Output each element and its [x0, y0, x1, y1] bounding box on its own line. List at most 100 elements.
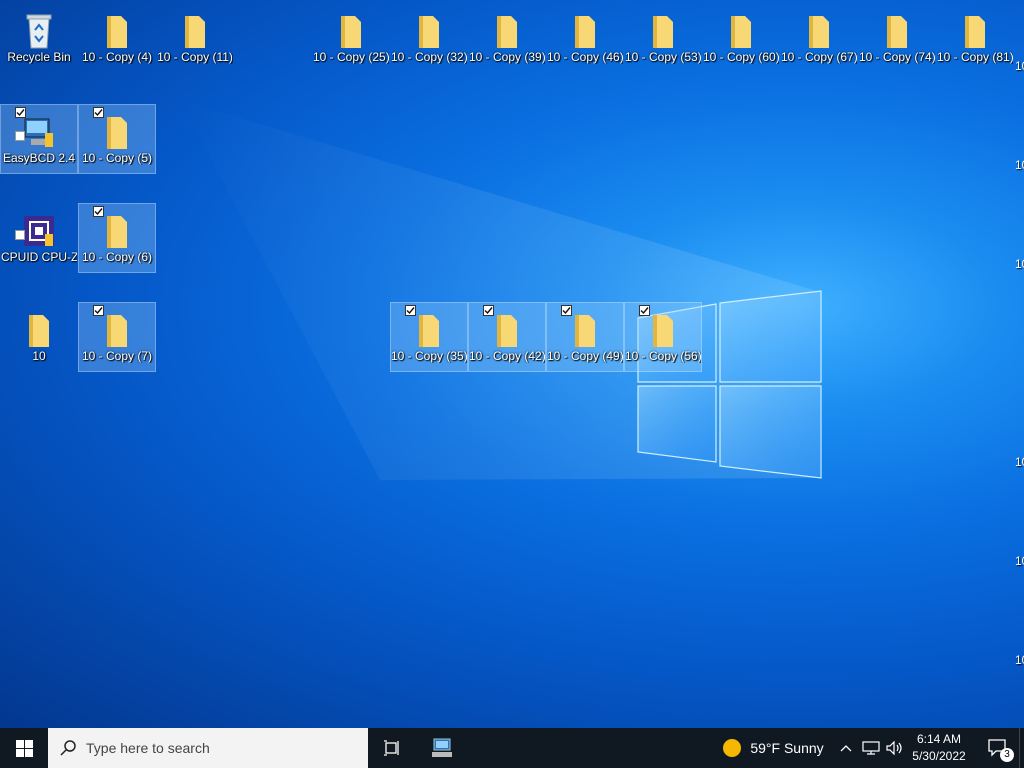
edge-folder-label[interactable]: 10: [1015, 257, 1024, 271]
taskbar: Type here to search 59°F Sunny 6:14 AM 5…: [0, 728, 1024, 768]
icon-label: 10 - Copy (7): [81, 349, 153, 363]
task-view-icon: [384, 740, 399, 756]
icon-label: 10 - Copy (81): [937, 50, 1013, 64]
folder-glyph-icon: [731, 16, 751, 48]
folder-glyph-icon: [419, 16, 439, 48]
clock-date: 5/30/2022: [912, 749, 966, 763]
folder-glyph-icon: [497, 315, 517, 347]
icon-label: 10 - Copy (35): [391, 349, 467, 363]
folder-glyph-icon: [653, 16, 673, 48]
easybcd-icon: [24, 118, 53, 147]
shortcut-arrow-icon: [15, 230, 25, 240]
folder-glyph-icon: [965, 16, 985, 48]
folder-icon[interactable]: 10 - Copy (11): [157, 4, 233, 72]
folder-icon-selected[interactable]: 10 - Copy (6): [78, 203, 156, 273]
icon-label: 10 - Copy (56): [625, 349, 701, 363]
sun-icon: [723, 739, 742, 757]
easybcd-shortcut[interactable]: EasyBCD 2.4: [0, 104, 78, 174]
weather-widget[interactable]: 59°F Sunny: [716, 728, 830, 768]
computer-app-icon: [432, 738, 452, 757]
show-desktop-button[interactable]: [1019, 728, 1024, 768]
edge-folder-label[interactable]: 10: [1015, 158, 1024, 172]
folder-glyph-icon: [29, 315, 49, 347]
folder-icon[interactable]: 10 - Copy (46): [547, 4, 623, 72]
network-icon: [862, 741, 880, 755]
folder-glyph-icon: [107, 315, 127, 347]
recycle-bin-glyph-icon: [26, 14, 52, 49]
folder-icon[interactable]: 10 - Copy (32): [391, 4, 467, 72]
icon-label: Recycle Bin: [7, 50, 71, 64]
folder-glyph-icon: [107, 216, 127, 248]
folder-glyph-icon: [809, 16, 829, 48]
folder-icon[interactable]: 10 - Copy (67): [781, 4, 857, 72]
volume-icon: [886, 741, 902, 755]
icon-label: 10 - Copy (4): [81, 50, 153, 64]
icon-label: 10 - Copy (32): [391, 50, 467, 64]
icon-label: 10 - Copy (67): [781, 50, 857, 64]
folder-icon[interactable]: 10 - Copy (25): [313, 4, 389, 72]
folder-icon[interactable]: 10 - Copy (60): [703, 4, 779, 72]
cpuz-icon: [24, 216, 54, 246]
folder-icon[interactable]: 10 - Copy (74): [859, 4, 935, 72]
icon-label: 10 - Copy (53): [625, 50, 701, 64]
folder-glyph-icon: [185, 16, 205, 48]
taskbar-app-computer[interactable]: [422, 728, 462, 768]
show-hidden-icons-button[interactable]: [838, 728, 854, 768]
start-button[interactable]: [0, 728, 48, 768]
notification-badge: 3: [1000, 748, 1014, 762]
folder-glyph-icon: [653, 315, 673, 347]
search-placeholder: Type here to search: [86, 740, 210, 756]
folder-glyph-icon: [887, 16, 907, 48]
desktop[interactable]: Recycle Bin 10 - Copy (4) 10 - Copy (11)…: [0, 0, 1024, 728]
cpuz-shortcut[interactable]: CPUID CPU-Z: [1, 204, 77, 272]
clock-time: 6:14 AM: [916, 732, 962, 746]
icon-label: 10 - Copy (25): [313, 50, 389, 64]
folder-icon-selected[interactable]: 10 - Copy (49): [546, 302, 624, 372]
edge-folder-label[interactable]: 10: [1015, 554, 1024, 568]
task-view-button[interactable]: [372, 728, 412, 768]
folder-glyph-icon: [419, 315, 439, 347]
edge-folder-label[interactable]: 10: [1015, 653, 1024, 667]
icon-label: 10 - Copy (42): [469, 349, 545, 363]
action-center-button[interactable]: 3: [978, 728, 1018, 768]
icon-label: 10 - Copy (11): [157, 50, 233, 64]
folder-icon-selected[interactable]: 10 - Copy (42): [468, 302, 546, 372]
search-box[interactable]: Type here to search: [48, 728, 368, 768]
icon-label: 10 - Copy (49): [547, 349, 623, 363]
folder-icon[interactable]: 10: [1, 303, 77, 371]
folder-glyph-icon: [575, 16, 595, 48]
folder-icon[interactable]: 10 - Copy (81): [937, 4, 1013, 72]
folder-icon-selected[interactable]: 10 - Copy (5): [78, 104, 156, 174]
icon-label: CPUID CPU-Z: [1, 250, 77, 264]
windows-logo-icon: [15, 739, 33, 757]
folder-glyph-icon: [107, 16, 127, 48]
icon-label: 10 - Copy (6): [81, 250, 153, 264]
recycle-bin-icon[interactable]: Recycle Bin: [1, 4, 77, 72]
network-button[interactable]: [860, 728, 882, 768]
folder-icon[interactable]: 10 - Copy (53): [625, 4, 701, 72]
icon-label: 10 - Copy (74): [859, 50, 935, 64]
icon-label: 10 - Copy (46): [547, 50, 623, 64]
folder-icon-selected[interactable]: 10 - Copy (56): [624, 302, 702, 372]
search-icon: [60, 740, 76, 756]
edge-folder-label[interactable]: 10: [1015, 59, 1024, 73]
folder-icon[interactable]: 10 - Copy (4): [79, 4, 155, 72]
edge-folder-label[interactable]: 10: [1015, 455, 1024, 469]
chevron-up-icon: [840, 745, 852, 752]
folder-icon[interactable]: 10 - Copy (39): [469, 4, 545, 72]
shortcut-arrow-icon: [15, 131, 25, 141]
folder-glyph-icon: [497, 16, 517, 48]
folder-glyph-icon: [341, 16, 361, 48]
folder-icon-selected[interactable]: 10 - Copy (7): [78, 302, 156, 372]
folder-glyph-icon: [575, 315, 595, 347]
icon-label: 10 - Copy (60): [703, 50, 779, 64]
folder-icon-selected[interactable]: 10 - Copy (35): [390, 302, 468, 372]
icon-label: 10 - Copy (39): [469, 50, 545, 64]
volume-button[interactable]: [884, 728, 906, 768]
folder-glyph-icon: [107, 117, 127, 149]
clock[interactable]: 6:14 AM 5/30/2022: [906, 728, 972, 768]
weather-text: 59°F Sunny: [750, 740, 824, 756]
icon-label: EasyBCD 2.4: [2, 151, 76, 165]
icon-label: 10: [32, 349, 46, 363]
icon-label: 10 - Copy (5): [81, 151, 153, 165]
